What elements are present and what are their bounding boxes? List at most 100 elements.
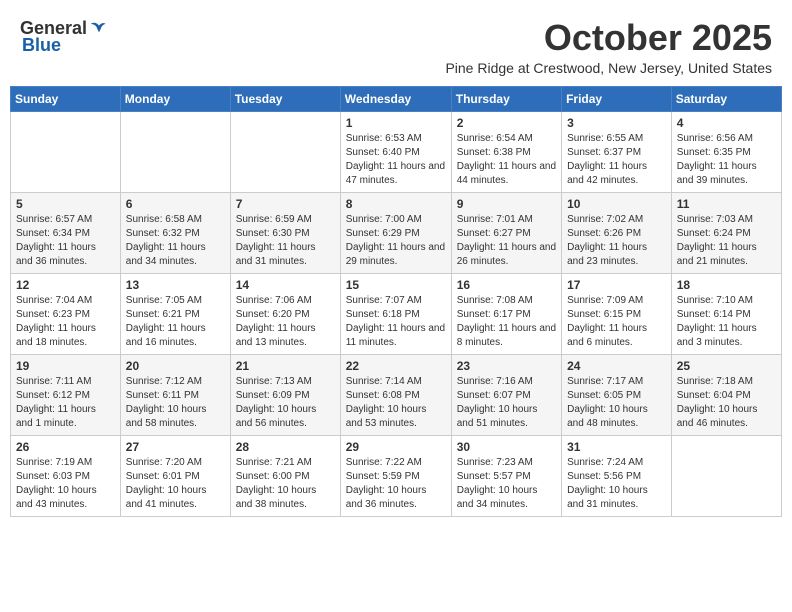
calendar-day-13: 13 Sunrise: 7:05 AM Sunset: 6:21 PM Dayli… (120, 273, 230, 354)
day-number: 1 (346, 116, 446, 130)
day-info: Sunrise: 6:59 AM Sunset: 6:30 PM Dayligh… (236, 213, 335, 269)
calendar-day-27: 27 Sunrise: 7:20 AM Sunset: 6:01 PM Dayli… (120, 435, 230, 516)
day-info: Sunrise: 6:53 AM Sunset: 6:40 PM Dayligh… (346, 132, 446, 188)
calendar-day-24: 24 Sunrise: 7:17 AM Sunset: 6:05 PM Dayli… (562, 354, 672, 435)
day-number: 17 (567, 278, 666, 292)
day-number: 31 (567, 440, 666, 454)
calendar-day-15: 15Sunrise: 7:07 AM Sunset: 6:18 PM Dayli… (340, 273, 451, 354)
calendar-day-18: 18 Sunrise: 7:10 AM Sunset: 6:14 PM Dayli… (671, 273, 781, 354)
day-info: Sunrise: 7:05 AM Sunset: 6:21 PM Dayligh… (126, 294, 225, 350)
day-number: 10 (567, 197, 666, 211)
calendar-day-28: 28 Sunrise: 7:21 AM Sunset: 6:00 PM Dayli… (230, 435, 340, 516)
day-number: 11 (677, 197, 776, 211)
day-number: 22 (346, 359, 446, 373)
day-info: Sunrise: 7:12 AM Sunset: 6:11 PM Dayligh… (126, 375, 225, 431)
calendar-day-23: 23Sunrise: 7:16 AM Sunset: 6:07 PM Dayli… (451, 354, 561, 435)
logo-blue-text: Blue (22, 35, 61, 56)
day-info: Sunrise: 7:13 AM Sunset: 6:09 PM Dayligh… (236, 375, 335, 431)
logo-bird-icon (89, 19, 109, 39)
day-info: Sunrise: 7:03 AM Sunset: 6:24 PM Dayligh… (677, 213, 776, 269)
day-info: Sunrise: 7:02 AM Sunset: 6:26 PM Dayligh… (567, 213, 666, 269)
day-number: 27 (126, 440, 225, 454)
day-info: Sunrise: 7:07 AM Sunset: 6:18 PM Dayligh… (346, 294, 446, 350)
day-info: Sunrise: 7:22 AM Sunset: 5:59 PM Dayligh… (346, 456, 446, 512)
location-subtitle: Pine Ridge at Crestwood, New Jersey, Uni… (445, 60, 772, 76)
calendar-day-11: 11 Sunrise: 7:03 AM Sunset: 6:24 PM Dayli… (671, 192, 781, 273)
day-number: 9 (457, 197, 556, 211)
calendar-day-17: 17Sunrise: 7:09 AM Sunset: 6:15 PM Dayli… (562, 273, 672, 354)
day-number: 14 (236, 278, 335, 292)
day-info: Sunrise: 6:58 AM Sunset: 6:32 PM Dayligh… (126, 213, 225, 269)
day-info: Sunrise: 7:17 AM Sunset: 6:05 PM Dayligh… (567, 375, 666, 431)
day-number: 8 (346, 197, 446, 211)
day-info: Sunrise: 7:18 AM Sunset: 6:04 PM Dayligh… (677, 375, 776, 431)
day-number: 13 (126, 278, 225, 292)
calendar-header-tuesday: Tuesday (230, 86, 340, 111)
calendar-day-29: 29 Sunrise: 7:22 AM Sunset: 5:59 PM Dayli… (340, 435, 451, 516)
day-info: Sunrise: 7:10 AM Sunset: 6:14 PM Dayligh… (677, 294, 776, 350)
day-number: 29 (346, 440, 446, 454)
day-info: Sunrise: 7:24 AM Sunset: 5:56 PM Dayligh… (567, 456, 666, 512)
calendar-empty-cell (671, 435, 781, 516)
calendar-day-10: 10 Sunrise: 7:02 AM Sunset: 6:26 PM Dayli… (562, 192, 672, 273)
calendar-week-row: 5 Sunrise: 6:57 AM Sunset: 6:34 PM Daylig… (11, 192, 782, 273)
calendar-header-monday: Monday (120, 86, 230, 111)
calendar-header-wednesday: Wednesday (340, 86, 451, 111)
day-number: 26 (16, 440, 115, 454)
day-number: 7 (236, 197, 335, 211)
calendar-day-9: 9 Sunrise: 7:01 AM Sunset: 6:27 PM Daylig… (451, 192, 561, 273)
calendar-day-16: 16Sunrise: 7:08 AM Sunset: 6:17 PM Dayli… (451, 273, 561, 354)
calendar-header-saturday: Saturday (671, 86, 781, 111)
day-info: Sunrise: 7:00 AM Sunset: 6:29 PM Dayligh… (346, 213, 446, 269)
calendar-table: SundayMondayTuesdayWednesdayThursdayFrid… (10, 86, 782, 517)
calendar-day-5: 5 Sunrise: 6:57 AM Sunset: 6:34 PM Daylig… (11, 192, 121, 273)
calendar-header-thursday: Thursday (451, 86, 561, 111)
calendar-day-31: 31 Sunrise: 7:24 AM Sunset: 5:56 PM Dayli… (562, 435, 672, 516)
calendar-day-21: 21 Sunrise: 7:13 AM Sunset: 6:09 PM Dayli… (230, 354, 340, 435)
day-number: 12 (16, 278, 115, 292)
day-info: Sunrise: 7:20 AM Sunset: 6:01 PM Dayligh… (126, 456, 225, 512)
day-number: 20 (126, 359, 225, 373)
calendar-day-7: 7 Sunrise: 6:59 AM Sunset: 6:30 PM Daylig… (230, 192, 340, 273)
day-number: 18 (677, 278, 776, 292)
day-info: Sunrise: 7:08 AM Sunset: 6:17 PM Dayligh… (457, 294, 556, 350)
calendar-day-12: 12 Sunrise: 7:04 AM Sunset: 6:23 PM Dayli… (11, 273, 121, 354)
day-number: 21 (236, 359, 335, 373)
calendar-day-3: 3Sunrise: 6:55 AM Sunset: 6:37 PM Daylig… (562, 111, 672, 192)
calendar-week-row: 1 Sunrise: 6:53 AM Sunset: 6:40 PM Daylig… (11, 111, 782, 192)
day-number: 5 (16, 197, 115, 211)
day-info: Sunrise: 7:01 AM Sunset: 6:27 PM Dayligh… (457, 213, 556, 269)
calendar-header-friday: Friday (562, 86, 672, 111)
calendar-day-25: 25Sunrise: 7:18 AM Sunset: 6:04 PM Dayli… (671, 354, 781, 435)
calendar-day-22: 22 Sunrise: 7:14 AM Sunset: 6:08 PM Dayli… (340, 354, 451, 435)
calendar-day-19: 19 Sunrise: 7:11 AM Sunset: 6:12 PM Dayli… (11, 354, 121, 435)
day-info: Sunrise: 7:11 AM Sunset: 6:12 PM Dayligh… (16, 375, 115, 431)
calendar-week-row: 19 Sunrise: 7:11 AM Sunset: 6:12 PM Dayli… (11, 354, 782, 435)
calendar-header-sunday: Sunday (11, 86, 121, 111)
day-number: 24 (567, 359, 666, 373)
day-number: 3 (567, 116, 666, 130)
page-header: General Blue October 2025 Pine Ridge at … (10, 10, 782, 80)
day-number: 19 (16, 359, 115, 373)
calendar-day-8: 8 Sunrise: 7:00 AM Sunset: 6:29 PM Daylig… (340, 192, 451, 273)
day-info: Sunrise: 7:04 AM Sunset: 6:23 PM Dayligh… (16, 294, 115, 350)
day-info: Sunrise: 6:57 AM Sunset: 6:34 PM Dayligh… (16, 213, 115, 269)
day-number: 6 (126, 197, 225, 211)
day-number: 2 (457, 116, 556, 130)
calendar-day-30: 30 Sunrise: 7:23 AM Sunset: 5:57 PM Dayli… (451, 435, 561, 516)
calendar-empty-cell (11, 111, 121, 192)
calendar-day-2: 2 Sunrise: 6:54 AM Sunset: 6:38 PM Daylig… (451, 111, 561, 192)
day-info: Sunrise: 7:14 AM Sunset: 6:08 PM Dayligh… (346, 375, 446, 431)
calendar-day-14: 14Sunrise: 7:06 AM Sunset: 6:20 PM Dayli… (230, 273, 340, 354)
day-info: Sunrise: 6:54 AM Sunset: 6:38 PM Dayligh… (457, 132, 556, 188)
day-info: Sunrise: 7:23 AM Sunset: 5:57 PM Dayligh… (457, 456, 556, 512)
logo: General Blue (20, 18, 109, 56)
calendar-day-6: 6 Sunrise: 6:58 AM Sunset: 6:32 PM Daylig… (120, 192, 230, 273)
day-info: Sunrise: 7:21 AM Sunset: 6:00 PM Dayligh… (236, 456, 335, 512)
calendar-week-row: 12 Sunrise: 7:04 AM Sunset: 6:23 PM Dayli… (11, 273, 782, 354)
calendar-day-20: 20 Sunrise: 7:12 AM Sunset: 6:11 PM Dayli… (120, 354, 230, 435)
day-number: 30 (457, 440, 556, 454)
day-number: 28 (236, 440, 335, 454)
day-info: Sunrise: 7:19 AM Sunset: 6:03 PM Dayligh… (16, 456, 115, 512)
calendar-header-row: SundayMondayTuesdayWednesdayThursdayFrid… (11, 86, 782, 111)
